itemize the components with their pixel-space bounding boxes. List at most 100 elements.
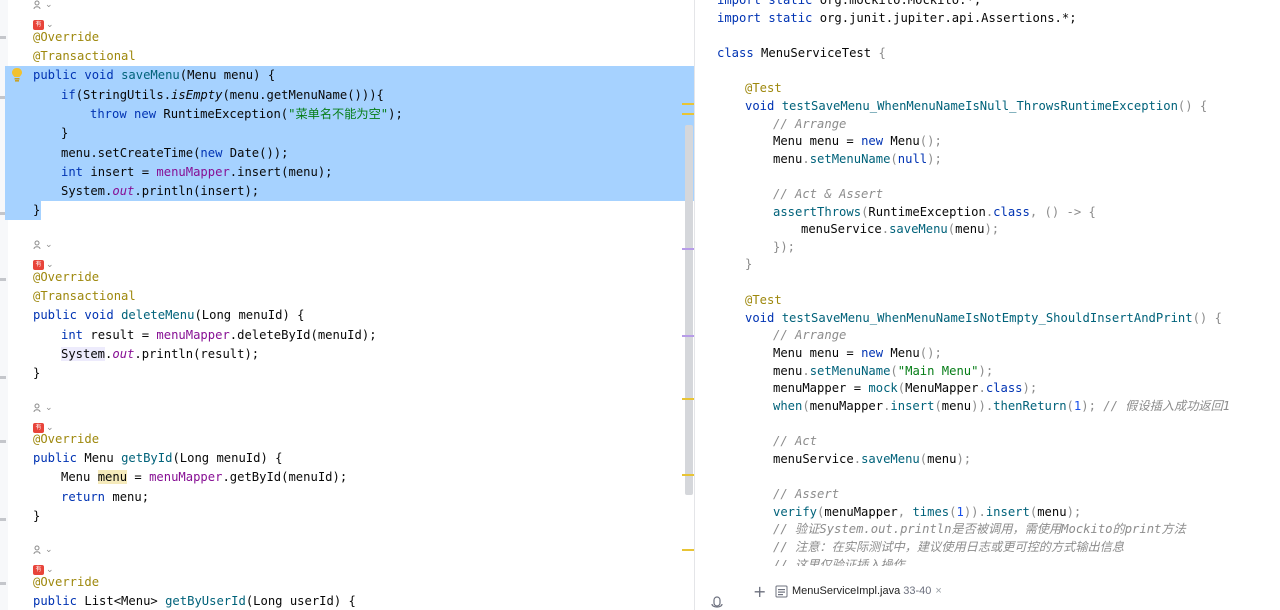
chevron-down-icon: ⌄	[45, 240, 53, 250]
code-line[interactable]: @Override	[33, 28, 99, 47]
error-stripe-marker[interactable]	[682, 549, 694, 551]
code-token: menu.setCreateTime(	[61, 146, 201, 160]
plus-icon[interactable]: +	[753, 582, 766, 601]
code-line[interactable]: public void deleteMenu(Long menuId) {	[33, 306, 305, 325]
close-icon[interactable]: ×	[935, 585, 941, 597]
code-line[interactable]: menu.setMenuName("Main Menu");	[773, 362, 993, 380]
code-token: @Test	[745, 293, 782, 307]
code-line[interactable]: void testSaveMenu_WhenMenuNameIsNotEmpty…	[745, 309, 1222, 327]
code-token: (	[934, 399, 942, 413]
code-token: RuntimeException(	[163, 107, 289, 121]
code-line[interactable]: }	[745, 255, 752, 273]
code-line[interactable]: // Arrange	[773, 326, 846, 344]
code-token: null	[897, 152, 928, 166]
code-token: (Long menuId) {	[194, 308, 305, 322]
code-line[interactable]: menu.setCreateTime(new Date());	[61, 144, 288, 163]
code-line[interactable]: verify(menuMapper, times(1)).insert(menu…	[773, 503, 1081, 521]
code-line[interactable]: if(StringUtils.isEmpty(menu.getMenuName(…	[61, 86, 384, 105]
code-line[interactable]: }	[33, 507, 40, 526]
code-line[interactable]: public Menu getById(Long menuId) {	[33, 449, 283, 468]
author-hint[interactable]: ⌄	[33, 545, 53, 558]
code-line[interactable]: System.out.println(result);	[61, 345, 259, 364]
code-token: import static	[717, 0, 820, 7]
code-line[interactable]: int result = menuMapper.deleteById(menuI…	[61, 326, 377, 345]
code-line[interactable]: Menu menu = new Menu();	[773, 132, 942, 150]
code-line[interactable]: // Arrange	[773, 115, 846, 133]
code-line[interactable]: menu.setMenuName(null);	[773, 150, 942, 168]
code-token: getById	[121, 451, 173, 465]
code-token: new	[861, 134, 891, 148]
code-line[interactable]: @Override	[33, 573, 99, 592]
vertical-scrollbar[interactable]	[685, 125, 693, 495]
code-line[interactable]: }	[33, 364, 40, 383]
code-token: );	[927, 152, 942, 166]
code-token: @Test	[745, 81, 782, 95]
generated-code-block[interactable]: import static org.mockito.Mockito.*; imp…	[695, 0, 1280, 566]
code-token: out	[112, 347, 135, 361]
code-line[interactable]: // 验证System.out.println是否被调用，需使用Mockito的…	[773, 520, 1186, 538]
code-token: }	[33, 509, 41, 523]
code-line[interactable]: assertThrows(RuntimeException.class, () …	[773, 203, 1096, 221]
code-line[interactable]: @Override	[33, 430, 99, 449]
code-line[interactable]: import static org.junit.jupiter.api.Asse…	[717, 9, 1077, 27]
code-token: insert =	[90, 165, 157, 179]
code-line[interactable]: @Transactional	[33, 47, 136, 66]
vcs-badge-row[interactable]: 有修改⌄	[33, 254, 54, 288]
code-token: @Override	[33, 432, 100, 446]
error-stripe-marker[interactable]	[682, 103, 694, 105]
code-token: Menu	[61, 470, 98, 484]
code-token: (	[802, 399, 810, 413]
code-line[interactable]: @Test	[745, 291, 782, 309]
code-line[interactable]: // Assert	[773, 485, 839, 503]
code-token: List<Menu>	[84, 594, 166, 608]
code-line[interactable]: }	[33, 201, 40, 220]
code-line[interactable]: });	[773, 238, 795, 256]
code-line[interactable]: throw new RuntimeException("菜单名不能为空");	[90, 105, 403, 124]
gutter-marker	[0, 36, 6, 39]
code-line[interactable]: menuMapper = mock(MenuMapper.class);	[773, 379, 1037, 397]
code-line[interactable]: Menu menu = new Menu();	[773, 344, 942, 362]
code-line[interactable]: public List<Menu> getByUserId(Long userI…	[33, 592, 356, 610]
code-line[interactable]: // 注意：在实际测试中，建议使用日志或更可控的方式输出信息	[773, 538, 1124, 556]
microphone-icon[interactable]	[709, 596, 725, 610]
author-hint[interactable]: ⌄	[33, 0, 53, 13]
code-line[interactable]: when(menuMapper.insert(menu)).thenReturn…	[773, 397, 1230, 415]
code-line[interactable]: return menu;	[61, 488, 149, 507]
code-line[interactable]: // Act & Assert	[773, 185, 883, 203]
error-stripe-marker[interactable]	[682, 398, 694, 400]
code-line[interactable]: int insert = menuMapper.insert(menu);	[61, 163, 333, 182]
code-line[interactable]: }	[61, 124, 68, 143]
author-hint[interactable]: ⌄	[33, 403, 53, 416]
code-token: menuService	[773, 452, 854, 466]
error-stripe-marker[interactable]	[682, 335, 694, 337]
vcs-badge-row[interactable]: 有修改⌄	[33, 417, 54, 451]
code-line[interactable]: System.out.println(insert);	[61, 182, 259, 201]
code-line[interactable]: import static org.mockito.Mockito.*;	[717, 0, 981, 9]
code-token: menu	[1037, 505, 1067, 519]
code-line[interactable]: @Test	[745, 79, 782, 97]
code-line[interactable]: @Override	[33, 268, 99, 287]
vcs-badge-row[interactable]: 有修改⌄	[33, 559, 54, 593]
lightbulb-icon[interactable]	[10, 67, 24, 83]
code-token: // 假设插入成功返回1	[1103, 399, 1231, 413]
attached-file-chip[interactable]: MenuServiceImpl.java 33-40 ×	[775, 582, 942, 600]
error-stripe-marker[interactable]	[682, 113, 694, 115]
error-stripe-marker[interactable]	[682, 248, 694, 250]
code-line[interactable]: menuService.saveMenu(menu);	[801, 220, 999, 238]
code-line[interactable]: // Act	[773, 432, 817, 450]
code-token: Menu	[890, 134, 920, 148]
error-stripe-marker[interactable]	[682, 474, 694, 476]
code-token: menu	[927, 452, 957, 466]
editor-left[interactable]: ⌄ 有修改⌄ @Override @Transactional public v…	[0, 0, 694, 610]
code-token: (	[947, 222, 956, 236]
code-line[interactable]: class MenuServiceTest {	[717, 44, 886, 62]
code-token: menuMapper =	[773, 381, 869, 395]
author-hint[interactable]: ⌄	[33, 240, 53, 253]
code-line[interactable]: Menu menu = menuMapper.getById(menuId);	[61, 468, 347, 487]
code-line[interactable]: void testSaveMenu_WhenMenuNameIsNull_Thr…	[745, 97, 1207, 115]
vcs-badge-row[interactable]: 有修改⌄	[33, 14, 54, 48]
code-line[interactable]: @Transactional	[33, 287, 136, 306]
code-line[interactable]: menuService.saveMenu(menu);	[773, 450, 971, 468]
code-line[interactable]: // 这里仅验证插入操作	[773, 556, 905, 566]
code-line[interactable]: public void saveMenu(Menu menu) {	[33, 66, 275, 85]
